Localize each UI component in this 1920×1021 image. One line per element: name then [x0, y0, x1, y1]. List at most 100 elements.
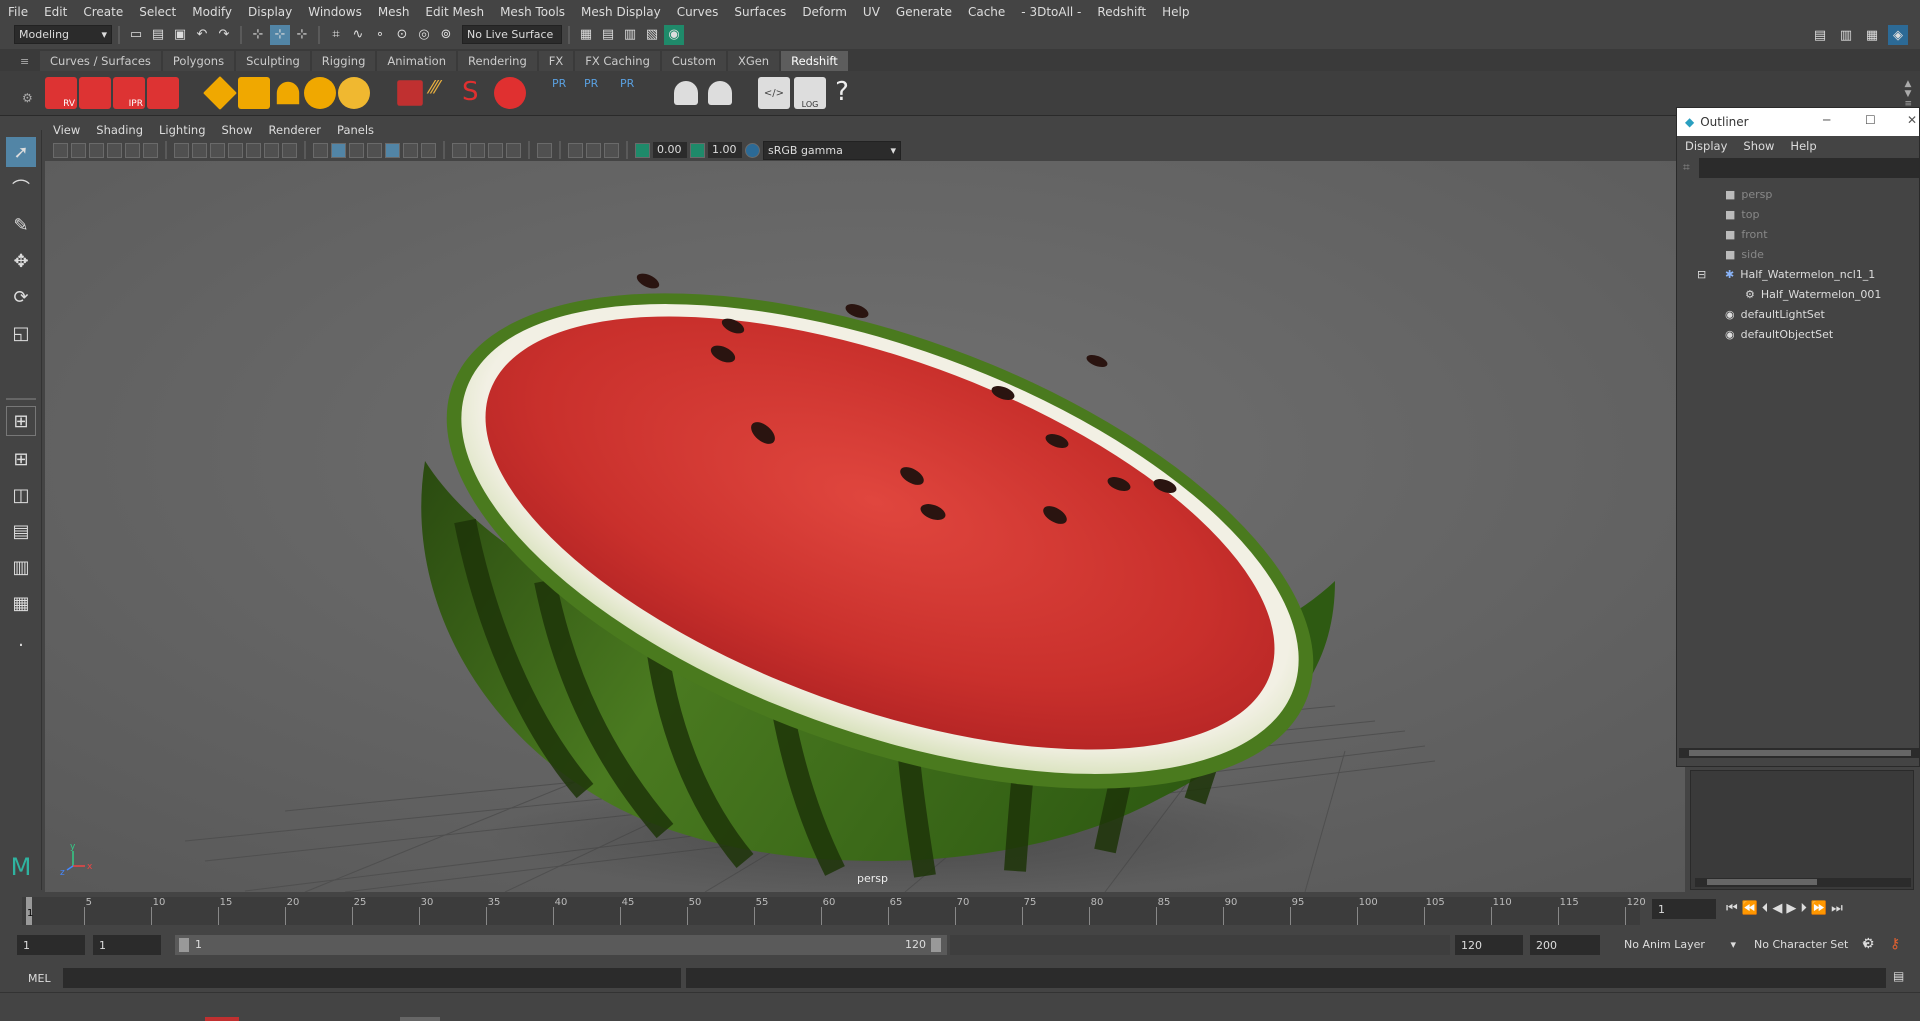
animation-end-field[interactable]: 200	[1530, 935, 1600, 955]
shelf-tab-curves-surfaces[interactable]: Curves / Surfaces	[40, 51, 161, 71]
outliner-item[interactable]: ◉ defaultLightSet	[1725, 304, 1825, 324]
shelf-tab-fx[interactable]: FX	[538, 51, 574, 71]
wireframe-on-shaded-icon[interactable]	[367, 142, 382, 158]
outliner-menu-help[interactable]: Help	[1782, 139, 1824, 153]
step-back-key-icon[interactable]: ⏪	[1742, 901, 1758, 916]
close-icon[interactable]: ✕	[1907, 113, 1917, 127]
menu-select[interactable]: Select	[131, 5, 184, 19]
use-all-lights-icon[interactable]	[403, 142, 418, 158]
animation-prefs-icon[interactable]: ⚙	[1862, 936, 1875, 952]
menu-edit-mesh[interactable]: Edit Mesh	[417, 5, 492, 19]
range-start-handle[interactable]	[179, 938, 189, 952]
rs-portal-light-icon[interactable]	[238, 77, 270, 109]
viewport-menu-renderer[interactable]: Renderer	[261, 123, 330, 137]
open-scene-icon[interactable]: ▤	[148, 25, 168, 45]
bookmark-icon[interactable]	[89, 142, 104, 158]
outliner-item[interactable]: ■ front	[1725, 224, 1768, 244]
menu-generate[interactable]: Generate	[888, 5, 960, 19]
live-surface-field[interactable]: No Live Surface	[462, 25, 562, 44]
default-material-icon[interactable]	[349, 142, 364, 158]
wireframe-icon[interactable]	[313, 142, 328, 158]
scrollbar-thumb[interactable]	[1707, 879, 1817, 885]
gate-mask-icon[interactable]	[228, 142, 243, 158]
single-view-icon[interactable]: ⊞	[6, 406, 36, 436]
viewport-menu-shading[interactable]: Shading	[88, 123, 151, 137]
depth-of-field-icon[interactable]	[506, 142, 521, 158]
menu-uv[interactable]: UV	[855, 5, 888, 19]
time-slider[interactable]: 1 5 10 15 20 25 30 35 40 45 50 55 60 65 70 75 80 85 90 95 1…	[0, 893, 1920, 928]
color-management-icon[interactable]	[745, 142, 760, 158]
smooth-shade-icon[interactable]	[331, 142, 346, 158]
outliner-menu-display[interactable]: Display	[1677, 139, 1735, 153]
xray-active-icon[interactable]	[586, 142, 601, 158]
menu-file[interactable]: File	[0, 5, 36, 19]
menu-edit[interactable]: Edit	[36, 5, 75, 19]
rs-proxy-icon[interactable]: PR	[552, 77, 584, 109]
save-scene-icon[interactable]: ▣	[170, 25, 190, 45]
shelf-gear-icon[interactable]: ⚙	[22, 91, 33, 105]
playback-start-field[interactable]: 1	[93, 935, 161, 955]
channel-box-icon[interactable]: ▤	[1810, 25, 1830, 45]
outliner-h-scrollbar[interactable]	[1679, 748, 1919, 758]
viewport-menu-panels[interactable]: Panels	[329, 123, 382, 137]
view-transform-dropdown[interactable]: sRGB gamma ▾	[763, 140, 901, 160]
gamma-icon[interactable]	[690, 142, 705, 158]
outliner-layout-icon[interactable]: ▦	[6, 588, 36, 618]
menu-deform[interactable]: Deform	[794, 5, 855, 19]
field-chart-icon[interactable]	[246, 142, 261, 158]
film-gate-icon[interactable]	[192, 142, 207, 158]
character-set-dropdown[interactable]: No Character Set ▾	[1750, 935, 1872, 954]
go-to-start-icon[interactable]: ⏮	[1726, 901, 1738, 916]
shelf-tab-animation[interactable]: Animation	[377, 51, 457, 71]
shelf-tab-rendering[interactable]: Rendering	[458, 51, 537, 71]
safe-title-icon[interactable]	[282, 142, 297, 158]
grid-icon[interactable]	[174, 142, 189, 158]
rs-render-settings-icon[interactable]	[147, 77, 179, 109]
rs-proxy-export-icon[interactable]: PR	[584, 77, 616, 109]
gamma-field[interactable]: 1.00	[708, 142, 742, 158]
outliner-search-input[interactable]	[1699, 158, 1919, 178]
paint-select-icon[interactable]: ✎	[6, 210, 36, 240]
more-layouts-icon[interactable]: ·	[6, 630, 36, 660]
ambient-occlusion-icon[interactable]	[452, 142, 467, 158]
viewport-menu-lighting[interactable]: Lighting	[151, 123, 213, 137]
viewport-menu-show[interactable]: Show	[214, 123, 261, 137]
step-forward-key-icon[interactable]: ⏩	[1811, 901, 1827, 916]
shelf-tab-polygons[interactable]: Polygons	[162, 51, 235, 71]
select-hierarchy-icon[interactable]: ⊹	[248, 25, 268, 45]
step-forward-frame-icon[interactable]: ⏵	[1800, 901, 1807, 916]
rs-area-light-icon[interactable]	[203, 76, 237, 110]
menu-surfaces[interactable]: Surfaces	[726, 5, 794, 19]
select-camera-icon[interactable]	[53, 142, 68, 158]
safe-action-icon[interactable]	[264, 142, 279, 158]
rs-sun-sky-icon[interactable]	[338, 77, 370, 109]
rs-help-icon[interactable]: ?	[826, 77, 858, 109]
isolate-select-icon[interactable]	[537, 142, 552, 158]
snap-surface-icon[interactable]: ◎	[414, 25, 434, 45]
scale-tool-icon[interactable]: ◱	[6, 318, 36, 348]
lasso-tool-icon[interactable]: ⌒	[6, 173, 36, 203]
snap-point-icon[interactable]: ∘	[370, 25, 390, 45]
rs-curve-icon[interactable]: S	[462, 77, 494, 109]
rs-proxy-convert-icon[interactable]: PR	[620, 77, 652, 109]
grease-pencil-icon[interactable]	[143, 142, 158, 158]
step-back-frame-icon[interactable]: ⏴	[1762, 901, 1769, 916]
menu-curves[interactable]: Curves	[669, 5, 727, 19]
menu-redshift[interactable]: Redshift	[1089, 5, 1154, 19]
select-object-icon[interactable]: ⊹	[270, 24, 290, 45]
snap-pivot-icon[interactable]: ⊚	[436, 25, 456, 45]
menu-help[interactable]: Help	[1154, 5, 1197, 19]
rs-log-icon[interactable]: LOG	[794, 77, 826, 109]
rs-material-icon[interactable]	[674, 81, 698, 105]
panel-scrollbar[interactable]	[1695, 878, 1911, 887]
menu-cache[interactable]: Cache	[960, 5, 1013, 19]
xray-joints-icon[interactable]	[604, 142, 619, 158]
render-frame-icon[interactable]: ▤	[598, 25, 618, 45]
exposure-field[interactable]: 0.00	[653, 142, 687, 158]
go-to-end-icon[interactable]: ⏭	[1831, 901, 1843, 916]
shelf-tab-xgen[interactable]: XGen	[727, 51, 780, 71]
snap-grid-icon[interactable]: ⌗	[326, 25, 346, 45]
scrollbar-thumb[interactable]	[1689, 750, 1911, 756]
shelf-scroll-icon[interactable]: ▲ ▼ ≡	[1904, 79, 1912, 109]
tool-settings-icon[interactable]: ▦	[1862, 25, 1882, 45]
